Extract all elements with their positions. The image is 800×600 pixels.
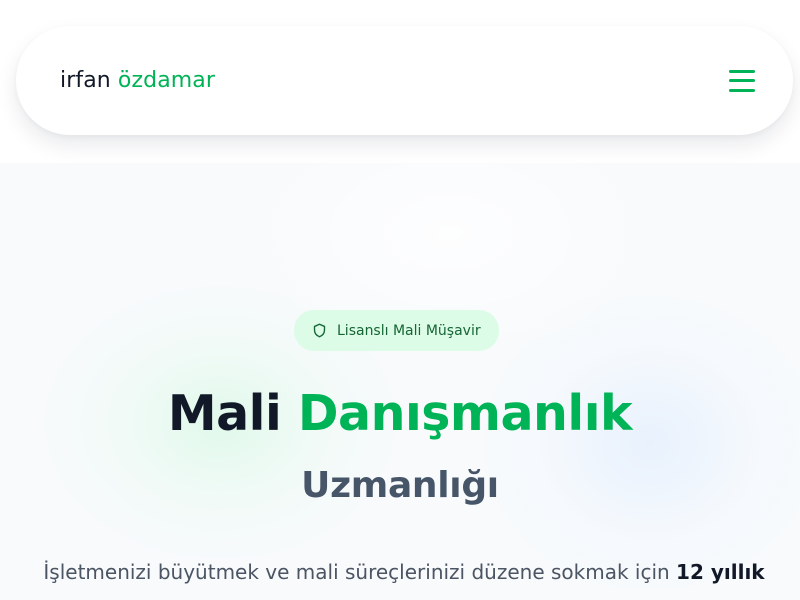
- logo-first-name: irfan: [60, 67, 111, 93]
- hero-section: Lisanslı Mali Müşavir Mali Danışmanlık U…: [0, 163, 800, 600]
- hero-title-dark: Mali: [167, 385, 282, 442]
- hero-description: İşletmenizi büyütmek ve mali süreçlerini…: [0, 557, 800, 587]
- hero-description-emphasis: 12 yıllık: [676, 560, 765, 584]
- logo-last-name: özdamar: [117, 67, 216, 93]
- license-badge: Lisanslı Mali Müşavir: [294, 310, 499, 351]
- license-badge-label: Lisanslı Mali Müşavir: [337, 322, 481, 339]
- site-logo[interactable]: irfan özdamar: [60, 67, 216, 93]
- hero-description-text: İşletmenizi büyütmek ve mali süreçlerini…: [43, 560, 670, 584]
- hero-subtitle: Uzmanlığı: [301, 465, 499, 506]
- site-header: irfan özdamar: [0, 0, 800, 163]
- hero-title-green: Danışmanlık: [297, 385, 633, 442]
- page: irfan özdamar Lisanslı Mali Müşavir Mali…: [0, 0, 800, 600]
- hero-title: Mali Danışmanlık: [0, 385, 800, 443]
- menu-line: [729, 88, 755, 92]
- navigation-bar: irfan özdamar: [16, 26, 793, 135]
- hamburger-menu-icon[interactable]: [729, 69, 755, 92]
- menu-line: [729, 79, 755, 82]
- menu-line: [729, 69, 755, 73]
- shield-icon: [313, 323, 326, 338]
